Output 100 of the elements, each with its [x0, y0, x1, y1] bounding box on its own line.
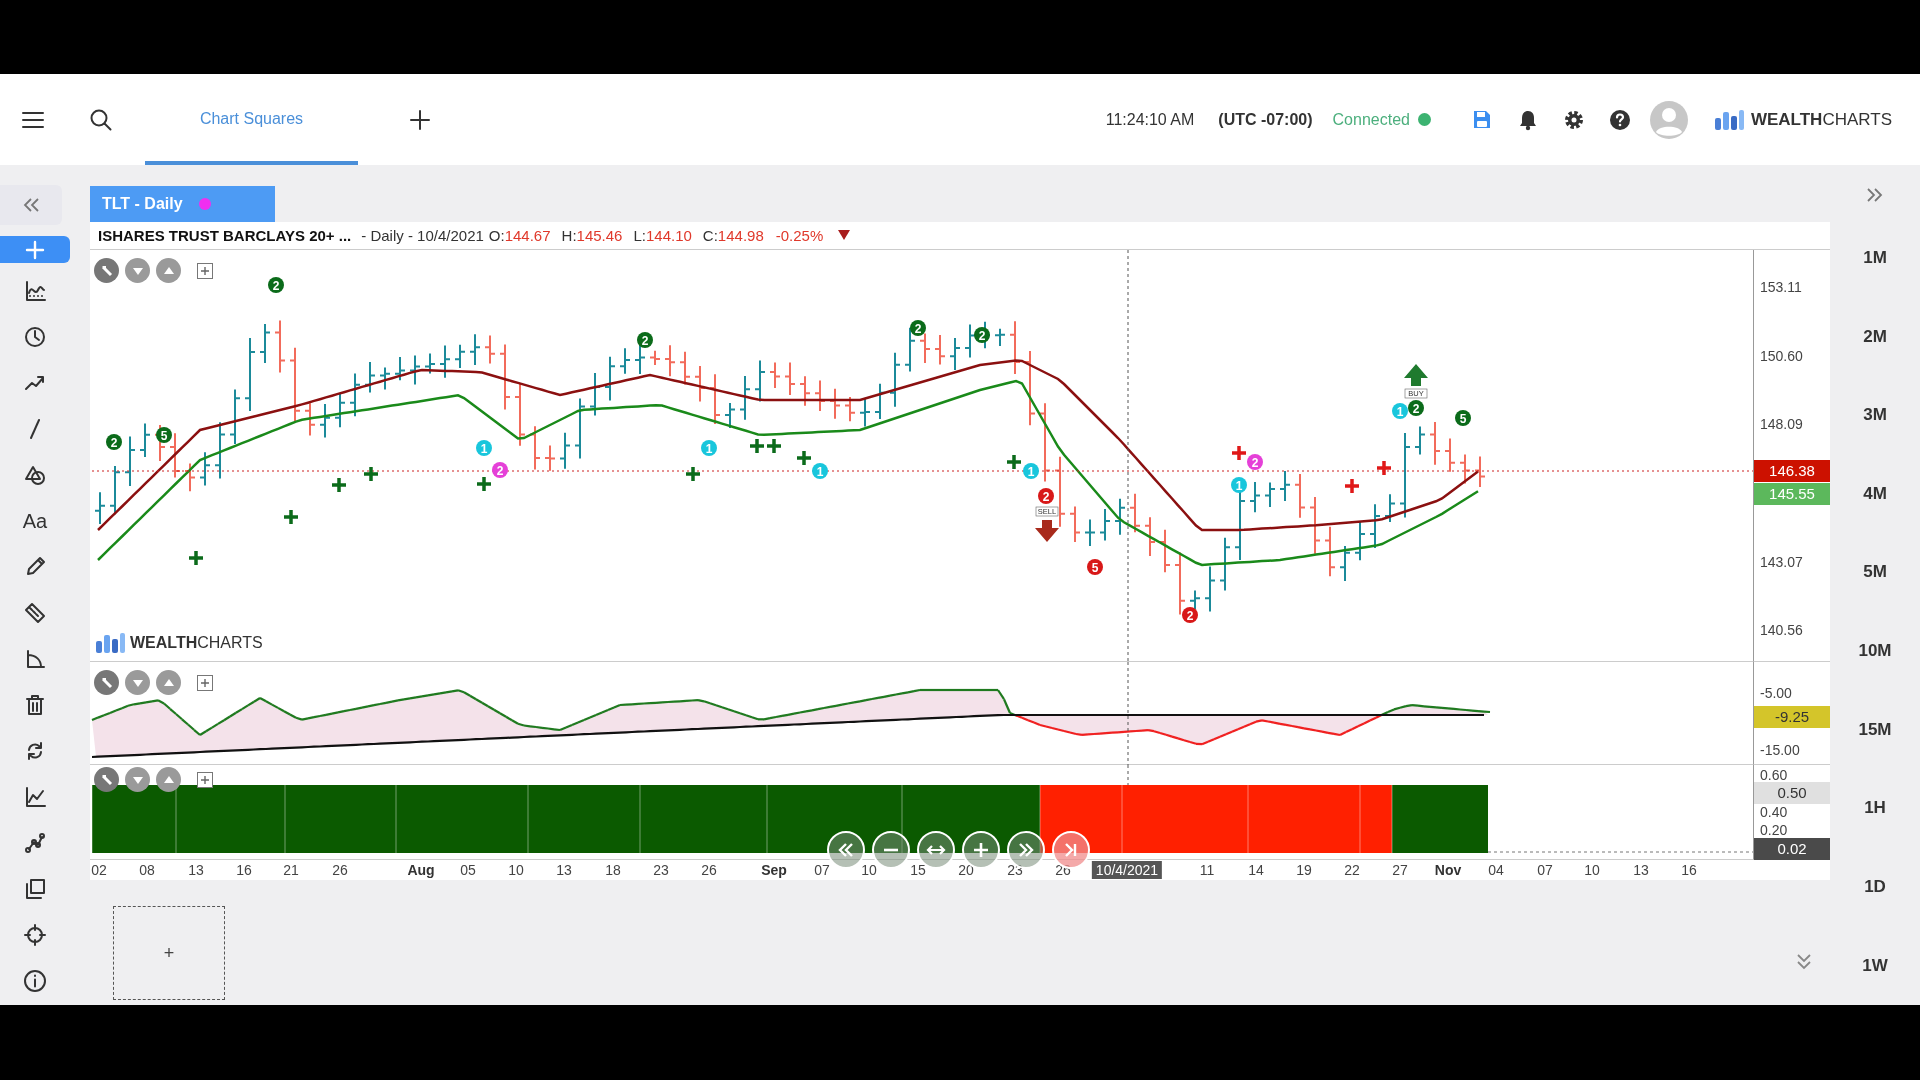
timeframe-button[interactable]: 1M [1830, 218, 1920, 298]
collapse-icon[interactable] [22, 197, 40, 213]
diagonal-arrow-icon [99, 675, 114, 690]
signal-badge: 1 [701, 440, 717, 456]
axis-tick-label: 143.07 [1759, 554, 1803, 570]
timeframe-button[interactable]: 1D [1830, 847, 1920, 927]
signal-badge: 1 [1231, 477, 1247, 493]
timeframe-button[interactable]: 10M [1830, 611, 1920, 691]
zoom-in-icon [971, 841, 991, 859]
date-axis-label: 26 [332, 862, 348, 878]
timeframe-button[interactable]: 1H [1830, 769, 1920, 848]
add-tab-icon[interactable] [410, 109, 430, 130]
date-axis-label: 23 [653, 862, 669, 878]
timeframe-button[interactable]: 5M [1830, 533, 1920, 612]
copy-icon [24, 878, 46, 900]
maximize-pane-button[interactable] [197, 262, 213, 279]
clock-time: 11:24:10 AM [1105, 110, 1195, 129]
search-icon[interactable] [89, 107, 113, 132]
date-axis-label: 26 [701, 862, 717, 878]
date-axis-label: 26 [1055, 862, 1071, 878]
add-chart-button[interactable]: + [113, 906, 225, 1000]
date-axis-label: Sep [761, 862, 787, 878]
date-axis-label: 07 [814, 862, 830, 878]
signal-badge: 2 [268, 277, 284, 293]
interval-date: - Daily - 10/4/2021 [361, 227, 484, 244]
ohlc-label: L: [633, 227, 646, 244]
plus-icon [684, 465, 702, 483]
diagonal-arrow-icon [99, 772, 114, 787]
timeframe-button[interactable]: 15M [1830, 690, 1920, 770]
expand-panel-icon[interactable] [1866, 187, 1884, 203]
move-down-button[interactable] [125, 767, 150, 792]
timeframe-button[interactable]: 4M [1830, 454, 1920, 534]
expand-down-icon[interactable] [1795, 953, 1813, 971]
timeframe-button[interactable]: 3M [1830, 375, 1920, 455]
date-axis-label: 16 [1681, 862, 1697, 878]
plus-icon [765, 437, 783, 455]
info-icon [24, 970, 46, 992]
up-triangle-icon [161, 677, 176, 688]
down-triangle-icon [130, 677, 145, 688]
plus-icon [748, 437, 766, 455]
tool-button[interactable]: Aa [0, 498, 70, 544]
signal-badge: 1 [1392, 403, 1408, 419]
axis-tick-label: 140.56 [1759, 622, 1803, 638]
date-axis-label: 22 [1344, 862, 1360, 878]
signal-badge: 2 [974, 327, 990, 343]
nodes-icon [24, 832, 46, 854]
date-axis-label: 21 [283, 862, 299, 878]
signal-badge: 2 [1408, 400, 1424, 416]
date-axis-label: 04 [1488, 862, 1504, 878]
target-icon [24, 924, 46, 946]
date-axis-label: 13 [1633, 862, 1649, 878]
date-axis-label: 27 [1392, 862, 1408, 878]
plus-icon [200, 677, 210, 688]
close-pane-button[interactable] [94, 258, 119, 283]
signal-badge: 1 [812, 463, 828, 479]
chart-logo-text: WEALTHCHARTS [130, 634, 263, 652]
timezone: (UTC -07:00) [1218, 110, 1313, 129]
help-icon[interactable] [1608, 108, 1631, 131]
date-axis-label: 23 [1007, 862, 1023, 878]
date-axis-label: 18 [605, 862, 621, 878]
signal-badge: 1 [476, 440, 492, 456]
plus-icon [187, 549, 205, 567]
menu-icon[interactable] [22, 110, 44, 129]
line-chart-icon [24, 786, 46, 808]
signal-badge: 5 [1087, 559, 1103, 575]
down-triangle-icon [130, 265, 145, 276]
scroll-far-right-icon [1016, 841, 1036, 859]
signal-badge: 2 [106, 434, 122, 450]
date-axis-label: 10 [508, 862, 524, 878]
signal-badge: 1 [1023, 463, 1039, 479]
axis-value-badge: 145.55 [1754, 483, 1830, 505]
logo-icon [1712, 107, 1745, 132]
settings-icon[interactable] [1562, 108, 1585, 131]
axis-value-badge: 0.02 [1754, 838, 1830, 860]
tab-dot [198, 198, 211, 210]
connection-status: Connected [1332, 110, 1410, 129]
maximize-pane-button[interactable] [197, 674, 213, 691]
cursor-date-label: 10/4/2021 [1091, 861, 1163, 879]
date-axis-label: Aug [407, 862, 435, 878]
plus-icon [1230, 444, 1248, 462]
axis-tick-label: 153.11 [1759, 279, 1802, 295]
date-axis-label: 10 [861, 862, 877, 878]
maximize-pane-button[interactable] [197, 771, 213, 788]
axis-tick-label: -5.00 [1759, 685, 1792, 701]
date-axis-label: 07 [1537, 862, 1553, 878]
ohlc-label: H: [561, 227, 577, 244]
axis-tick-label: 150.60 [1759, 348, 1803, 364]
move-up-button[interactable] [156, 767, 181, 792]
signal-badge: 2 [1182, 607, 1198, 623]
close-pane-button[interactable] [94, 670, 119, 695]
axis-tick-label: 148.09 [1759, 416, 1803, 432]
close-pane-button[interactable] [94, 767, 119, 792]
timeframe-button[interactable]: 1W [1830, 926, 1920, 1005]
date-axis-label: 13 [188, 862, 204, 878]
scroll-far-left-icon [836, 841, 856, 859]
ohlc-value: 144.10 [645, 227, 692, 244]
plus-icon [1005, 453, 1023, 471]
date-axis-label: 15 [910, 862, 926, 878]
timeframe-button[interactable]: 2M [1830, 297, 1920, 376]
brand-logo-text: WEALTHCHARTS [1750, 109, 1892, 130]
